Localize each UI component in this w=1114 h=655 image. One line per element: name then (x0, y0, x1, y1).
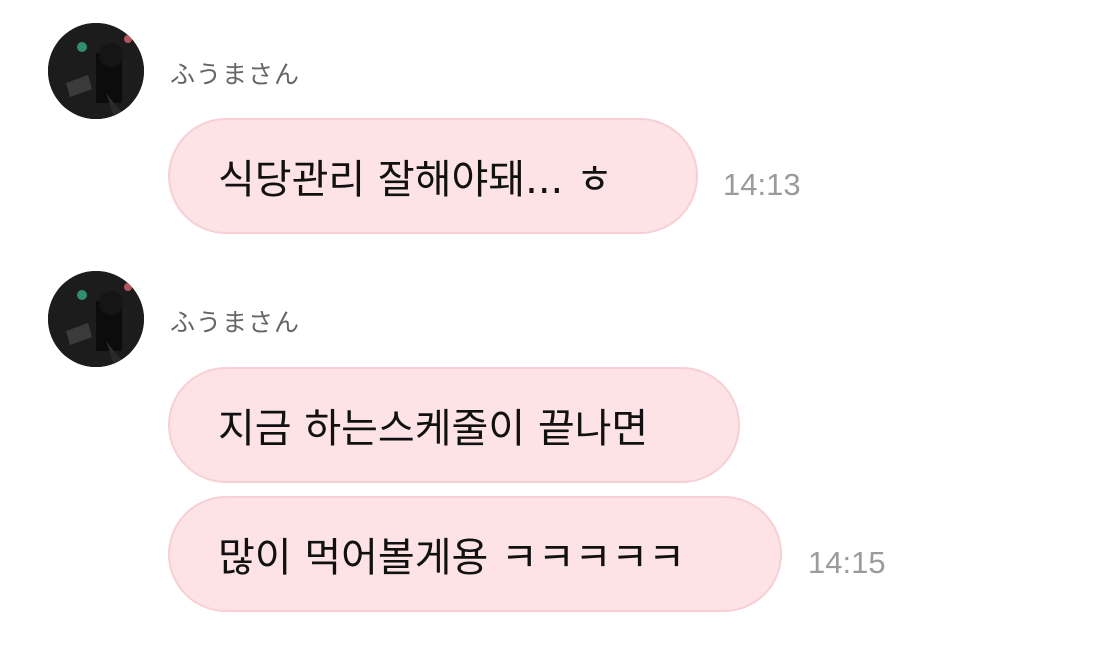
message-timestamp: 14:13 (723, 167, 801, 202)
message-timestamp: 14:15 (808, 545, 886, 580)
message-text: 식당관리 잘해야돼... ㅎ (218, 157, 613, 203)
message-bubble[interactable]: 식당관리 잘해야돼... ㅎ (168, 118, 698, 234)
message-text: 지금 하는스케줄이 끝나면 (218, 406, 649, 452)
avatar-photo-icon (48, 271, 144, 367)
message-bubble[interactable]: 지금 하는스케줄이 끝나면 (168, 367, 740, 483)
sender-name: ふうまさん (170, 60, 301, 89)
sender-name: ふうまさん (170, 308, 301, 337)
sender-avatar[interactable] (48, 271, 144, 367)
message-text: 많이 먹어볼게용 ㅋㅋㅋㅋㅋ (218, 535, 686, 581)
avatar-photo-icon (48, 23, 144, 119)
message-bubble[interactable]: 많이 먹어볼게용 ㅋㅋㅋㅋㅋ (168, 496, 782, 612)
sender-avatar[interactable] (48, 23, 144, 119)
